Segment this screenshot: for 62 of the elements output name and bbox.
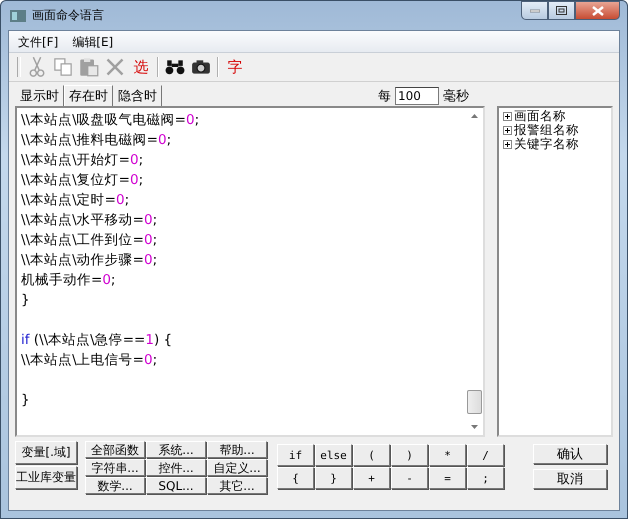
function-button[interactable]: 数学... bbox=[85, 477, 145, 494]
code-line: } bbox=[21, 291, 31, 310]
code-line: \\本站点\水平移动=0; bbox=[21, 211, 158, 230]
operator-button[interactable]: = bbox=[429, 467, 466, 489]
operator-button[interactable]: * bbox=[429, 444, 466, 466]
expand-icon[interactable] bbox=[503, 126, 512, 134]
code-line: \\本站点\开始灯=0; bbox=[21, 151, 144, 170]
code-line: \\本站点\工件到位=0; bbox=[21, 231, 158, 250]
close-button[interactable] bbox=[575, 1, 620, 20]
tree-item[interactable]: 画面名称 bbox=[514, 108, 566, 124]
window-title: 画面命令语言 bbox=[32, 7, 104, 24]
tab[interactable]: 存在时 bbox=[64, 85, 113, 107]
function-button[interactable]: 控件... bbox=[146, 459, 206, 476]
operator-button[interactable]: ) bbox=[391, 444, 428, 466]
dialog-button[interactable]: 确认 bbox=[533, 444, 607, 464]
operator-button[interactable]: if bbox=[277, 444, 314, 466]
operator-button[interactable]: + bbox=[353, 467, 390, 489]
operator-button[interactable]: } bbox=[315, 467, 352, 489]
toolbar-text-button[interactable]: 选 bbox=[131, 56, 151, 78]
menu-item[interactable]: 文件[F] bbox=[13, 33, 64, 52]
scroll-thumb[interactable] bbox=[467, 390, 482, 414]
toolbar-text-button[interactable]: 字 bbox=[225, 56, 245, 78]
code-line: \\本站点\定时=0; bbox=[21, 191, 130, 210]
interval-prefix: 每 bbox=[378, 88, 391, 105]
code-line: \\本站点\吸盘吸气电磁阀=0; bbox=[21, 111, 200, 130]
variable-button[interactable]: 变量[.域] bbox=[15, 441, 77, 464]
tree-item[interactable]: 报警组名称 bbox=[514, 122, 579, 138]
maximize-icon bbox=[556, 6, 567, 15]
code-line: \\本站点\动作步骤=0; bbox=[21, 251, 158, 270]
code-line: } bbox=[21, 391, 31, 410]
code-line: \\本站点\复位灯=0; bbox=[21, 171, 144, 190]
operator-button[interactable]: else bbox=[315, 444, 352, 466]
maximize-button[interactable] bbox=[548, 1, 575, 20]
operator-button[interactable]: / bbox=[467, 444, 504, 466]
interval-unit: 毫秒 bbox=[443, 88, 469, 105]
menu-item[interactable]: 编辑[E] bbox=[67, 33, 118, 52]
close-icon bbox=[592, 6, 604, 16]
function-button[interactable]: 其它... bbox=[207, 477, 267, 494]
function-button[interactable]: 全部函数 bbox=[85, 441, 145, 458]
expand-icon[interactable] bbox=[503, 140, 512, 148]
dialog-button[interactable]: 取消 bbox=[533, 469, 607, 489]
function-button[interactable]: 自定义... bbox=[207, 459, 267, 476]
interval-field[interactable]: 100 bbox=[395, 87, 439, 105]
function-button[interactable]: 帮助... bbox=[207, 441, 267, 458]
function-button[interactable]: 字符串... bbox=[85, 459, 145, 476]
operator-button[interactable]: { bbox=[277, 467, 314, 489]
function-button[interactable]: SQL... bbox=[146, 477, 206, 494]
app-icon bbox=[10, 10, 26, 22]
tree-item[interactable]: 关键字名称 bbox=[514, 136, 579, 152]
operator-button[interactable]: - bbox=[391, 467, 428, 489]
minimize-button[interactable] bbox=[521, 1, 548, 20]
operator-button[interactable]: ; bbox=[467, 467, 504, 489]
code-line: \\本站点\上电信号=0; bbox=[21, 351, 158, 370]
code-line: if (\\本站点\急停==1) { bbox=[21, 331, 174, 350]
function-button[interactable]: 系统... bbox=[146, 441, 206, 458]
minimize-icon bbox=[530, 8, 540, 12]
operator-button[interactable]: ( bbox=[353, 444, 390, 466]
code-line: 机械手动作=0; bbox=[21, 271, 116, 290]
expand-icon[interactable] bbox=[503, 112, 512, 120]
code-editor[interactable]: \\本站点\吸盘吸气电磁阀=0; \\本站点\推料电磁阀=0; \\本站点\开始灯=0; \\本站点\复位灯=0; \\本站点\定时=0; \\本站点\水平移动=0; \\本站点\工件到位=0; \\本站点\动作步骤=0; 机械手动作=0; } if (\\本站点\急停==1) { \\本站点\上电信号=0; } bbox=[15, 106, 485, 437]
variable-button[interactable]: 工业库变量 bbox=[15, 466, 77, 489]
code-line: \\本站点\推料电磁阀=0; bbox=[21, 131, 172, 150]
